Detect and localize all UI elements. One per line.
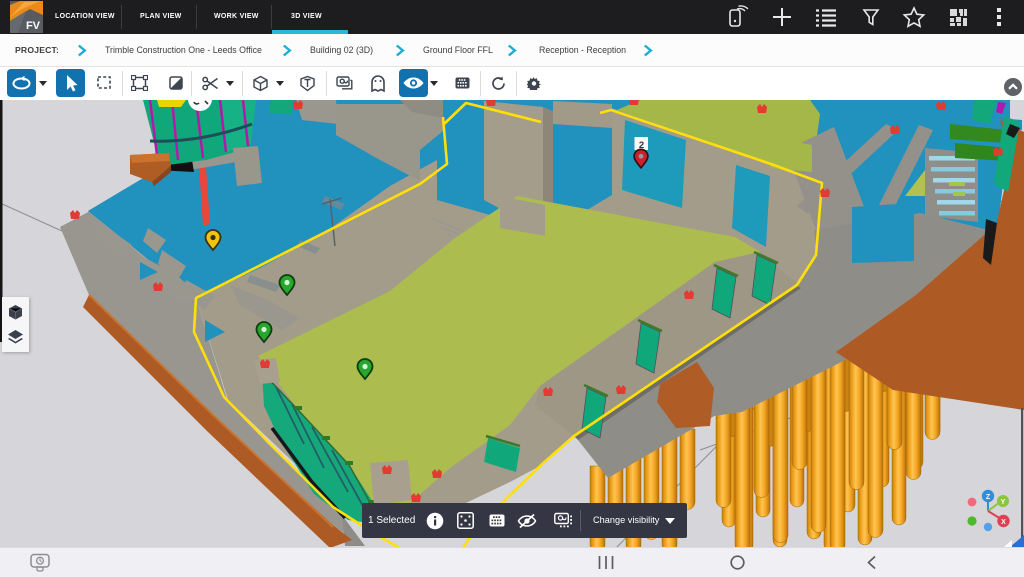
svg-text:X: X [1001,519,1006,526]
svg-text:Z: Z [986,494,991,501]
svg-text:Y: Y [1001,499,1006,506]
